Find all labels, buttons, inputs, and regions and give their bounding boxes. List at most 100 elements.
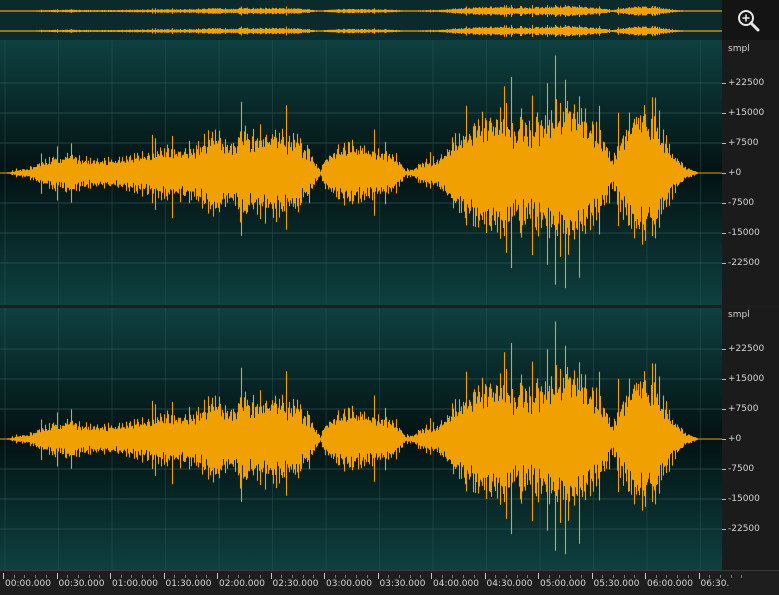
time-minor-tick (366, 575, 368, 578)
amplitude-ruler-right: smpl +22500 +15000 +7500 +0 -7500 -15000 -2250… (721, 308, 779, 570)
time-minor-tick (184, 575, 186, 578)
time-minor-tick (452, 575, 454, 578)
time-minor-tick (281, 575, 283, 578)
time-minor-tick (388, 575, 390, 578)
amplitude-tick-label: +7500 (721, 138, 759, 148)
time-minor-tick (24, 575, 26, 578)
time-label: 01:00.000 (112, 579, 158, 589)
time-minor-tick (142, 575, 144, 578)
time-minor-tick (99, 575, 101, 578)
zoom-in-icon (738, 10, 760, 32)
time-minor-tick (495, 575, 497, 578)
time-minor-tick (709, 575, 711, 578)
time-label: 05:00.000 (540, 579, 586, 589)
time-minor-tick (77, 575, 79, 578)
time-minor-tick (249, 575, 251, 578)
time-minor-tick (238, 575, 240, 578)
amplitude-tick-label: +7500 (721, 404, 759, 414)
time-minor-tick (570, 575, 572, 578)
time-minor-tick (719, 575, 721, 578)
zoom-panel (722, 0, 779, 40)
time-minor-tick (227, 575, 229, 578)
time-tick (431, 573, 432, 579)
time-minor-tick (345, 575, 347, 578)
amplitude-tick-label: -15000 (722, 494, 760, 504)
time-minor-tick (67, 575, 69, 578)
time-minor-tick (131, 575, 133, 578)
overview-waveform-left (0, 4, 722, 18)
waveform-right[interactable] (0, 308, 722, 570)
time-label: 05:30.000 (593, 579, 640, 589)
amplitude-tick-label: +22500 (721, 78, 765, 88)
time-label: 04:00.000 (433, 579, 479, 589)
time-minor-tick (559, 575, 561, 578)
time-minor-tick (634, 575, 636, 578)
unit-label: smpl (728, 44, 750, 54)
time-minor-tick (527, 575, 529, 578)
amplitude-tick-label: -15000 (722, 228, 760, 238)
time-tick (217, 573, 218, 579)
time-minor-tick (174, 575, 176, 578)
overview-track-left[interactable] (0, 4, 722, 18)
time-label: 03:30.000 (379, 579, 426, 589)
time-minor-tick (356, 575, 358, 578)
time-minor-tick (580, 575, 582, 578)
time-minor-tick (88, 575, 90, 578)
unit-label: smpl (728, 310, 750, 320)
time-tick (324, 573, 325, 579)
time-tick (163, 573, 165, 579)
time-minor-tick (548, 575, 550, 578)
time-label: 02:30.000 (272, 579, 319, 589)
time-minor-tick (398, 575, 400, 578)
time-minor-tick (741, 575, 743, 578)
time-label: 00:00.000 (5, 579, 51, 589)
time-minor-tick (602, 575, 604, 578)
amplitude-tick-label: +22500 (721, 344, 765, 354)
time-label: 04:30.000 (486, 579, 533, 589)
time-tick (538, 573, 539, 579)
channel-left[interactable] (0, 40, 722, 305)
channel-right[interactable] (0, 308, 722, 570)
time-label: 03:00.000 (326, 579, 372, 589)
time-minor-tick (516, 575, 518, 578)
time-label: 01:30.000 (165, 579, 212, 589)
amplitude-tick-label: +0 (721, 168, 742, 178)
amplitude-tick-label: +0 (721, 434, 742, 444)
time-tick (377, 573, 379, 579)
time-label: 06:30. (700, 579, 730, 589)
time-minor-tick (334, 575, 336, 578)
time-minor-tick (687, 575, 689, 578)
amplitude-tick-label: -7500 (721, 464, 755, 474)
time-minor-tick (441, 575, 443, 578)
time-minor-tick (152, 575, 154, 578)
time-minor-tick (195, 575, 197, 578)
time-minor-tick (45, 575, 47, 578)
waveform-overview[interactable] (0, 0, 722, 40)
time-label: 02:00.000 (219, 579, 265, 589)
time-minor-tick (409, 575, 411, 578)
time-tick (484, 573, 486, 579)
time-minor-tick (35, 575, 37, 578)
amplitude-ruler-left: smpl +22500 +15000 +7500 +0 -7500 -15000 -2250… (721, 40, 779, 305)
time-tick (3, 573, 4, 579)
time-minor-tick (302, 575, 304, 578)
overview-track-right[interactable] (0, 24, 722, 38)
time-ruler[interactable]: 00:00.000 00:30.000 01:00.000 01:30.000 02:0… (0, 570, 779, 595)
waveform-left[interactable] (0, 40, 722, 305)
zoom-in-button[interactable] (736, 8, 762, 34)
time-minor-tick (666, 575, 668, 578)
time-minor-tick (473, 575, 475, 578)
time-minor-tick (463, 575, 465, 578)
amplitude-tick-label: +15000 (721, 374, 765, 384)
amplitude-tick-label: -22500 (722, 258, 760, 268)
time-tick (270, 573, 272, 579)
time-minor-tick (420, 575, 422, 578)
time-tick (56, 573, 58, 579)
time-tick (645, 573, 646, 579)
time-label: 06:00.000 (647, 579, 693, 589)
time-minor-tick (505, 575, 507, 578)
overview-waveform-right (0, 24, 722, 38)
time-minor-tick (206, 575, 208, 578)
time-label: 00:30.000 (58, 579, 105, 589)
time-minor-tick (623, 575, 625, 578)
